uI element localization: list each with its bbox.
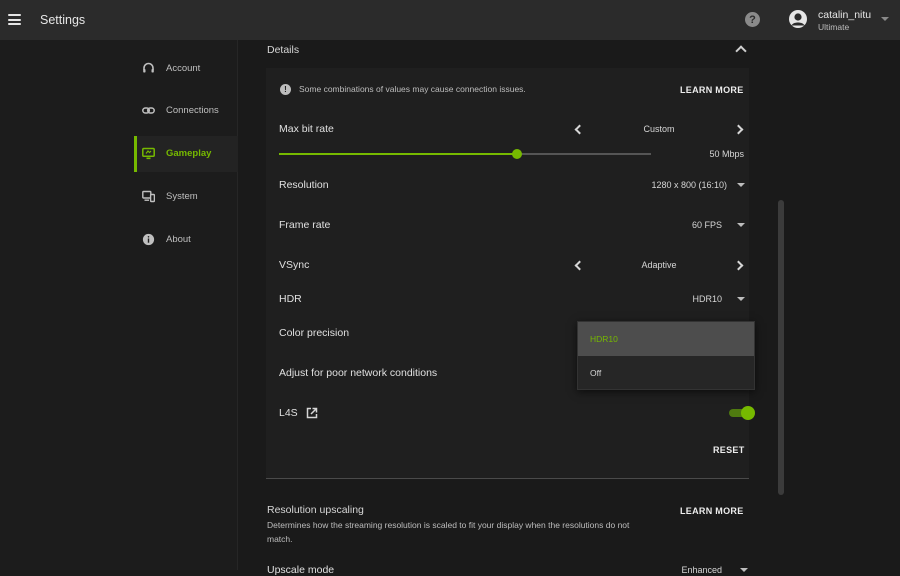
settings-content: Details ! Some combinations of values ma…: [239, 40, 900, 576]
sidebar-item-about[interactable]: About: [134, 222, 238, 258]
sidebar-item-label: Gameplay: [166, 148, 212, 159]
sidebar: Account Connections Gameplay System Abou…: [0, 40, 238, 570]
details-title: Details: [267, 44, 300, 56]
chevron-down-icon[interactable]: [737, 223, 745, 227]
sidebar-item-label: System: [166, 191, 198, 202]
sidebar-item-gameplay[interactable]: Gameplay: [134, 136, 238, 172]
dropdown-option-hdr10[interactable]: HDR10: [578, 322, 754, 356]
upscaling-learn-more-button[interactable]: LEARN MORE: [680, 506, 744, 516]
resolution-value[interactable]: 1280 x 800 (16:10): [627, 180, 727, 190]
sidebar-item-label: Connections: [166, 105, 219, 116]
user-name[interactable]: catalin_nitu: [818, 9, 871, 21]
chevron-down-icon[interactable]: [737, 297, 745, 301]
vsync-value: Adaptive: [641, 260, 677, 270]
top-bar: Settings ? catalin_nitu Ultimate: [0, 0, 900, 40]
section-divider: [266, 478, 749, 479]
user-tier: Ultimate: [818, 22, 850, 32]
upscale-mode-label: Upscale mode: [267, 564, 335, 576]
bit-rate-mode: Custom: [643, 124, 675, 134]
hdr-value[interactable]: HDR10: [657, 294, 722, 304]
hdr-dropdown-menu: HDR10 Off: [577, 321, 755, 390]
frame-rate-label: Frame rate: [279, 219, 331, 231]
notice-text: Some combinations of values may cause co…: [299, 84, 526, 94]
sidebar-item-label: About: [166, 234, 191, 245]
chevron-down-icon[interactable]: [737, 183, 745, 187]
sidebar-item-account[interactable]: Account: [134, 51, 238, 87]
avatar-icon[interactable]: [788, 9, 808, 29]
sidebar-item-connections[interactable]: Connections: [134, 93, 238, 129]
chevron-down-icon[interactable]: [881, 17, 889, 21]
info-icon: [142, 233, 155, 246]
monitor-icon: [142, 147, 155, 160]
help-icon[interactable]: ?: [745, 12, 760, 27]
l4s-label: L4S: [279, 407, 298, 419]
headset-icon: [143, 62, 154, 73]
slider-fill: [279, 153, 518, 155]
toggle-knob: [741, 406, 755, 420]
scrollbar[interactable]: [778, 200, 784, 495]
max-bit-rate-label: Max bit rate: [279, 123, 334, 135]
upscaling-title: Resolution upscaling: [267, 504, 364, 516]
bit-rate-slider[interactable]: [279, 149, 651, 159]
color-precision-label: Color precision: [279, 327, 350, 339]
hdr-label: HDR: [279, 293, 302, 305]
frame-rate-value[interactable]: 60 FPS: [647, 220, 722, 230]
reset-button[interactable]: RESET: [713, 445, 745, 455]
external-link-icon[interactable]: [306, 407, 318, 419]
warning-icon: !: [280, 84, 291, 95]
sidebar-item-label: Account: [166, 63, 201, 74]
upscaling-description: Determines how the streaming resolution …: [267, 520, 630, 544]
resolution-label: Resolution: [279, 179, 329, 191]
chevron-down-icon[interactable]: [740, 568, 748, 572]
page-title: Settings: [40, 13, 86, 27]
l4s-toggle[interactable]: [729, 406, 755, 420]
upscale-mode-value[interactable]: Enhanced: [647, 565, 722, 575]
poor-network-label: Adjust for poor network conditions: [279, 367, 438, 379]
bit-rate-value: 50 Mbps: [709, 149, 744, 159]
link-icon: [142, 107, 155, 114]
chevron-up-icon[interactable]: [735, 45, 747, 57]
devices-icon: [142, 190, 155, 203]
menu-icon[interactable]: [8, 14, 21, 25]
learn-more-button[interactable]: LEARN MORE: [680, 85, 744, 95]
vsync-label: VSync: [279, 259, 310, 271]
dropdown-option-off[interactable]: Off: [578, 356, 754, 390]
sidebar-item-system[interactable]: System: [134, 179, 238, 215]
